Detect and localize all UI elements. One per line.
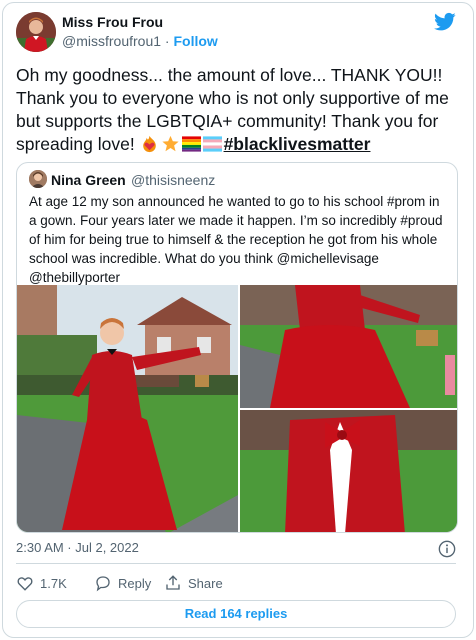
rainbow-flag-icon (181, 136, 201, 152)
twitter-bird-icon[interactable] (434, 12, 456, 32)
info-icon[interactable] (438, 540, 456, 558)
like-count: 1.7K (40, 575, 67, 591)
photo-grid (17, 285, 457, 532)
quoted-author-handle: @thisisneenz (131, 172, 216, 188)
timestamp[interactable]: 2:30 AM · Jul 2, 2022 (16, 540, 139, 555)
hashtag-link[interactable]: #blacklivesmatter (224, 134, 371, 154)
share-button[interactable]: Share (164, 572, 223, 594)
heart-icon (17, 577, 33, 591)
reply-label: Reply (118, 575, 152, 591)
divider (16, 563, 456, 564)
follow-button[interactable]: Follow (173, 33, 217, 49)
author-handle[interactable]: @missfroufrou1 (62, 33, 161, 49)
full-length-red-gown-photo[interactable] (17, 285, 238, 532)
star-icon (161, 135, 179, 152)
like-button[interactable]: 1.7K (16, 572, 67, 594)
author-handle-line: @missfroufrou1 · Follow (62, 33, 218, 49)
heart-on-fire-icon (142, 135, 156, 153)
action-bar: 1.7K Reply Share (16, 572, 456, 594)
quoted-text: At age 12 my son announced he wanted to … (29, 194, 443, 285)
author-name[interactable]: Miss Frou Frou (62, 14, 163, 30)
quoted-tweet[interactable]: Nina Green @thisisneenz At age 12 my son… (16, 162, 458, 533)
reply-icon (96, 576, 110, 592)
transgender-flag-icon (202, 136, 222, 152)
read-replies-button[interactable]: Read 164 replies (16, 600, 456, 628)
quoted-author-name: Nina Green (51, 172, 126, 188)
handle-separator: · (161, 33, 174, 49)
red-sequin-jacket-bowtie-photo[interactable] (240, 410, 457, 532)
red-gown-side-photo[interactable] (240, 285, 457, 408)
share-label: Share (188, 575, 223, 591)
tweet-text: Oh my goodness... the amount of love... … (16, 64, 456, 156)
author-avatar[interactable] (16, 12, 56, 52)
share-icon (166, 575, 180, 590)
tweet-header: Miss Frou Frou @missfroufrou1 · Follow (16, 12, 456, 52)
tweet-meta: 2:30 AM · Jul 2, 2022 (16, 540, 456, 560)
quoted-author-avatar (29, 170, 47, 188)
reply-button[interactable]: Reply (94, 572, 151, 594)
